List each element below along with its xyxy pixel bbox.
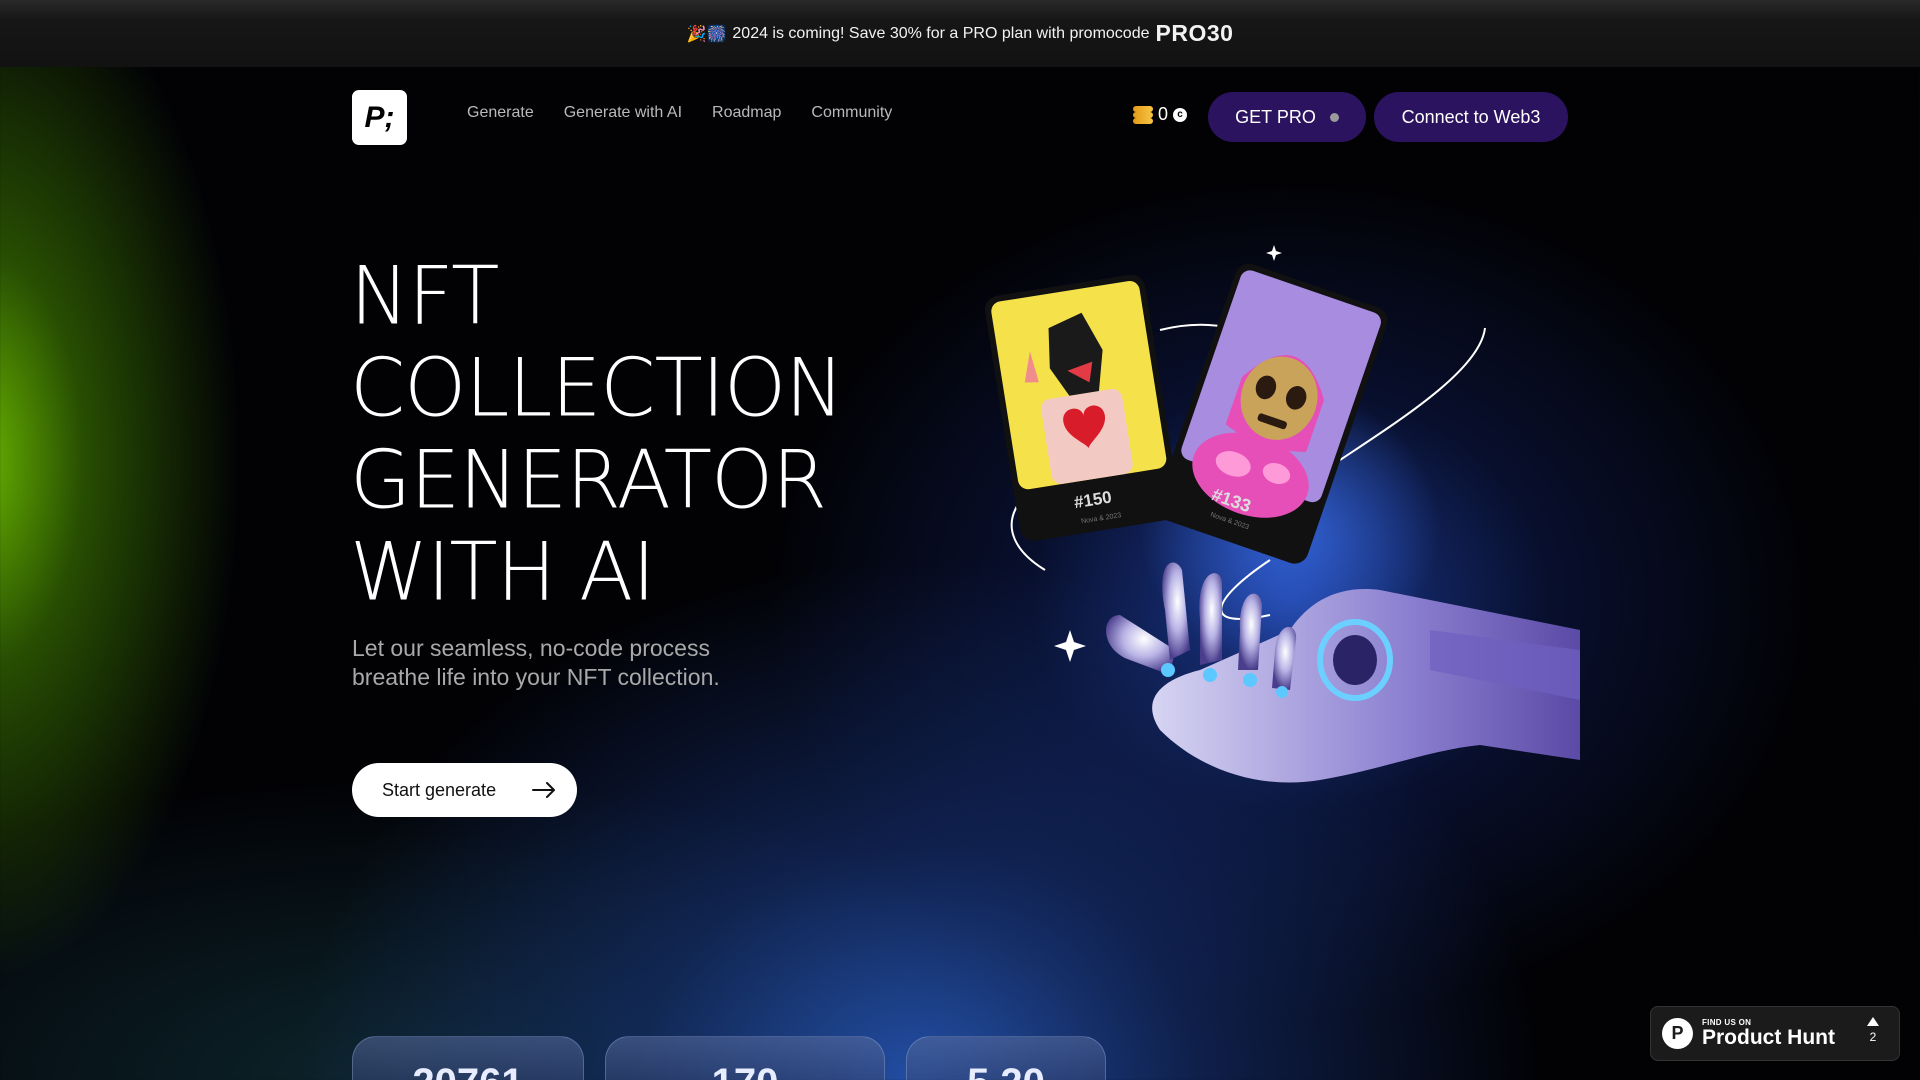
- stat-value: 5 20: [967, 1061, 1045, 1080]
- main-nav: Generate Generate with AI Roadmap Commun…: [467, 104, 892, 122]
- status-dot-icon: [1329, 112, 1339, 122]
- product-hunt-badge[interactable]: P FIND US ON Product Hunt 2: [1650, 1006, 1900, 1061]
- coin-currency-icon: c: [1173, 107, 1188, 122]
- nav-generate-with-ai[interactable]: Generate with AI: [564, 104, 682, 122]
- product-hunt-icon: P: [1662, 1018, 1693, 1049]
- sparkle-icon: [1054, 630, 1086, 662]
- get-pro-button[interactable]: GET PRO: [1208, 92, 1366, 142]
- hero-subtitle: Let our seamless, no-code process breath…: [352, 634, 772, 692]
- nft-card-left: #150 Nova & 2023: [985, 274, 1180, 541]
- hero-subtitle-line: breathe life into your NFT collection.: [352, 664, 720, 690]
- hero-title-line: GENERATOR: [350, 433, 827, 527]
- stat-value: 20761: [412, 1061, 523, 1080]
- get-pro-label: GET PRO: [1235, 106, 1316, 127]
- hero-illustration: #133 Nova & 2023 #150 Nova & 2023: [985, 245, 1580, 783]
- vote-count: 2: [1869, 1030, 1877, 1044]
- stat-card: 20761: [352, 1036, 584, 1080]
- connect-web3-button[interactable]: Connect to Web3: [1374, 92, 1568, 142]
- party-icon: 🎉🎆: [686, 25, 727, 43]
- logo[interactable]: P;: [352, 90, 407, 145]
- start-generate-label: Start generate: [382, 779, 497, 800]
- sparkle-icon: [1266, 245, 1282, 261]
- nav-generate[interactable]: Generate: [467, 104, 534, 122]
- product-hunt-votes: 2: [1867, 1017, 1879, 1044]
- stat-card: 170: [605, 1036, 885, 1080]
- nav-community[interactable]: Community: [811, 104, 892, 122]
- hero-title: NFT COLLECTION GENERATOR WITH AI: [350, 249, 844, 619]
- stat-card: 5 20: [906, 1036, 1106, 1080]
- promo-text: 2024 is coming! Save 30% for a PRO plan …: [732, 24, 1150, 42]
- hero-title-line: COLLECTION: [350, 341, 844, 435]
- hero-title-line: NFT: [350, 249, 499, 343]
- product-hunt-title: Product Hunt: [1702, 1026, 1835, 1049]
- hero-title-line: WITH AI: [350, 525, 656, 619]
- arrow-right-icon: [532, 782, 556, 798]
- stat-value: 170: [712, 1061, 779, 1080]
- robot-hand: [1106, 562, 1580, 783]
- promo-code: PRO30: [1155, 20, 1234, 46]
- product-hunt-text: FIND US ON Product Hunt: [1702, 1018, 1835, 1049]
- start-generate-button[interactable]: Start generate: [352, 763, 577, 817]
- coins-icon: [1133, 105, 1153, 125]
- nav-roadmap[interactable]: Roadmap: [712, 104, 781, 122]
- promo-banner: 🎉🎆 2024 is coming! Save 30% for a PRO pl…: [0, 0, 1920, 67]
- coin-count: 0: [1158, 104, 1169, 124]
- upvote-icon: [1867, 1017, 1879, 1026]
- coin-balance: 0 c: [1133, 104, 1188, 125]
- hero-subtitle-line: Let our seamless, no-code process: [352, 635, 710, 661]
